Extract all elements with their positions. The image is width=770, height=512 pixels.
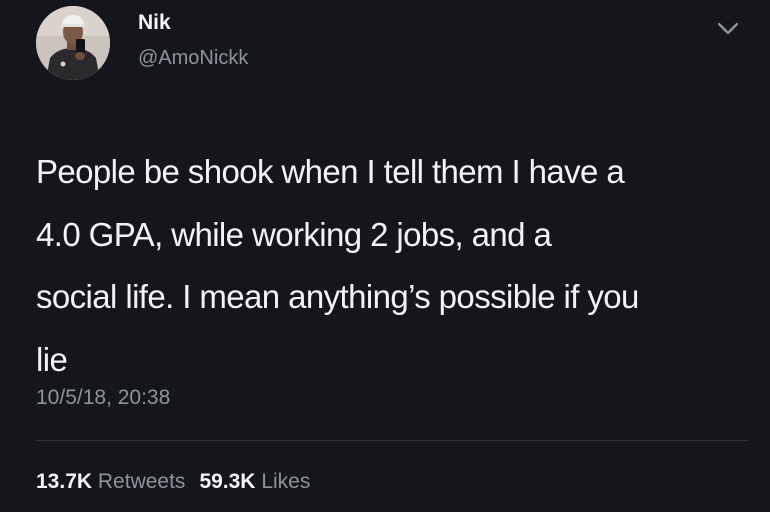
retweets-count: 13.7K — [36, 470, 93, 493]
tweet-text: People be shook when I tell them I have … — [36, 141, 746, 391]
retweets-label: Retweets — [97, 470, 186, 493]
tweet-text-line: 4.0 GPA, while working 2 jobs, and a — [36, 215, 552, 253]
tweet-card: Nik @AmoNickk People be shook when I tel… — [0, 0, 770, 512]
likes-label: Likes — [261, 470, 311, 493]
tweet-timestamp[interactable]: 10/5/18, 20:38 — [36, 386, 170, 410]
tweet-text-line: lie — [36, 340, 68, 378]
author-name[interactable]: Nik — [138, 11, 171, 35]
author-handle[interactable]: @AmoNickk — [138, 47, 248, 70]
chevron-down-icon[interactable] — [715, 18, 741, 38]
likes-count: 59.3K — [199, 470, 256, 493]
retweets-stat[interactable]: 13.7K Retweets — [36, 470, 185, 493]
avatar-photo — [36, 6, 110, 80]
engagement-stats: 13.7K Retweets 59.3K Likes — [36, 470, 310, 494]
likes-stat[interactable]: 59.3K Likes — [199, 470, 310, 493]
tweet-text-line: social life. I mean anything’s possible … — [36, 278, 639, 315]
avatar[interactable] — [36, 6, 110, 80]
tweet-text-line: People be shook when I tell them I have … — [36, 153, 625, 190]
divider — [36, 440, 748, 441]
